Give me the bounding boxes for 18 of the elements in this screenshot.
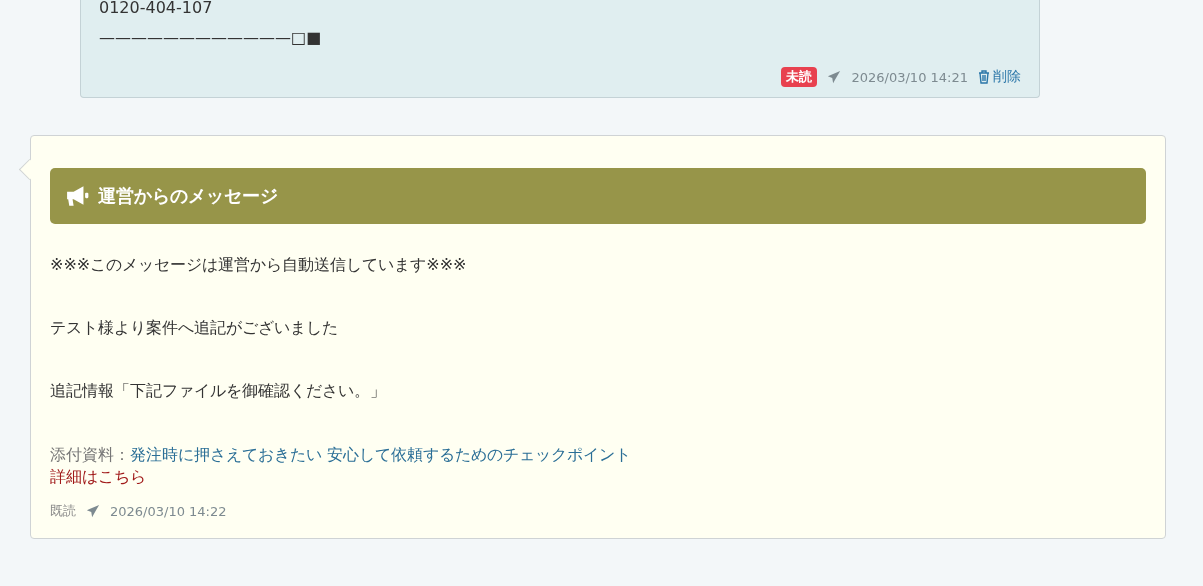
attachment-label: 添付資料： xyxy=(50,445,130,464)
trash-icon xyxy=(978,70,990,84)
message-text: ————————————□■ xyxy=(99,27,323,49)
megaphone-icon xyxy=(66,185,90,207)
timestamp: 2026/03/10 14:22 xyxy=(110,503,227,519)
message-text: 0120-404-107 xyxy=(99,0,214,19)
message-text: ※※※このメッセージは運営から自動送信しています※※※ xyxy=(50,254,468,276)
send-icon xyxy=(86,504,100,518)
message-text: テスト様より案件へ追記がございました xyxy=(50,317,339,339)
timestamp: 2026/03/10 14:21 xyxy=(851,69,968,85)
details-link[interactable]: 詳細はこちら xyxy=(50,466,146,488)
header-title: 運営からのメッセージ xyxy=(98,184,278,208)
unread-badge: 未読 xyxy=(781,67,818,87)
message-text: 追記情報「下記ファイルを御確認ください。」 xyxy=(50,380,387,402)
attachment-link[interactable]: 発注時に押さえておきたい 安心して依頼するためのチェックポイント xyxy=(130,445,632,464)
delete-button[interactable]: 削除 xyxy=(978,68,1021,86)
read-status: 既読 xyxy=(50,502,76,520)
send-icon xyxy=(827,70,842,84)
